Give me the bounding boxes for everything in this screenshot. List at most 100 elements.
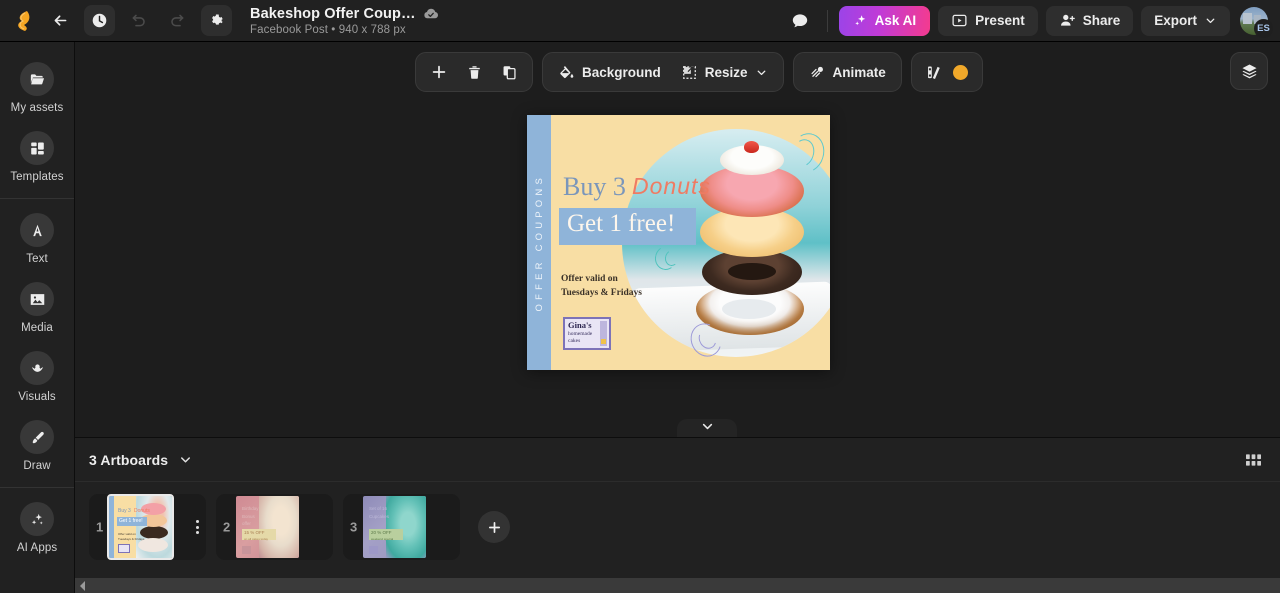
current-color-swatch[interactable] [952,64,968,80]
thumb-subhead-box: Get 1 free! [117,517,147,526]
artboards-panel-header: 3 Artboards [75,438,1280,482]
sidebar-item-ai-apps[interactable]: AI Apps [0,494,74,563]
subhead-text[interactable]: Get 1 free! [567,210,675,238]
design-artboard[interactable]: OFFER COUPONS Buy 3 Donuts Get 1 free! O… [527,115,830,370]
layers-button[interactable] [1230,52,1268,90]
thumb-offer-sub: on all cakes today [244,537,269,541]
sidebar-item-templates[interactable]: Templates [0,123,74,192]
brush-icon [20,420,54,454]
share-person-icon [1059,12,1076,29]
artboard-card-2[interactable]: 2 Birthday Bonus offer 15 % OFF on all c… [216,494,333,560]
artboard-card-1[interactable]: 1 Buy 3 Donuts Get 1 free! Offer valid o… [89,494,206,560]
comments-button[interactable] [785,5,816,36]
templates-grid-icon [20,131,54,165]
sparkles-icon [853,13,868,28]
app-logo[interactable] [11,8,37,34]
thumb-brand-badge [242,546,251,554]
sidebar-divider [0,198,74,199]
artboard-thumbnail[interactable]: Birthday Bonus offer 15 % OFF on all cak… [236,496,299,558]
ask-ai-button[interactable]: Ask AI [838,5,931,36]
animate-icon [809,64,826,81]
thumb-subhead: Get 1 free! [119,518,143,524]
thumb-lines: Set of 16 Cupcakes [369,505,389,520]
grid-view-button[interactable] [1240,447,1266,473]
thumb-lines: Birthday Bonus offer [242,505,259,528]
scroll-left-arrow-icon[interactable] [79,580,87,591]
version-history-button[interactable] [84,5,115,36]
add-artboard-button[interactable] [478,511,510,543]
artboards-panel: 3 Artboards 1 Buy 3 Donuts Get 1 free! O… [75,437,1280,593]
thumb-line-2: Cupcakes [369,513,390,519]
sidebar-label: AI Apps [16,542,58,554]
thumb-line-2: Bonus [242,513,255,519]
cherry-icon [744,141,759,153]
horizontal-scrollbar[interactable] [75,578,1280,593]
artboard-menu-button[interactable] [196,520,199,534]
sidebar-item-visuals[interactable]: Visuals [0,343,74,412]
present-icon [951,12,968,29]
resize-button[interactable]: Resize [672,57,777,88]
thumb-offer: 15 % OFF [244,530,265,535]
headline-buy[interactable]: Buy 3 [563,172,626,202]
delete-button[interactable] [458,57,491,88]
thumb-photo [259,496,299,558]
chevron-down-icon [755,66,768,79]
back-button[interactable] [45,5,76,36]
artboard-number: 1 [96,519,104,535]
animate-label: Animate [832,64,886,80]
sparkles-icon [20,502,54,536]
cloud-check-icon [423,7,439,20]
artboard-number: 3 [350,519,358,535]
export-button[interactable]: Export [1141,5,1230,36]
collapse-panel-button[interactable] [677,419,737,437]
fine-print[interactable]: Offer valid on Tuesdays & Fridays [561,273,642,301]
document-subtitle: Facebook Post • 940 x 788 px [250,23,406,36]
side-strip-text: OFFER COUPONS [533,173,545,312]
duplicate-button[interactable] [493,57,526,88]
settings-button[interactable] [201,5,232,36]
add-element-button[interactable] [422,57,456,88]
thumb-side-strip [109,496,114,558]
brand-logo-badge[interactable]: Gina's homemade cakes [563,317,611,350]
sidebar-item-text[interactable]: Text [0,205,74,274]
left-sidebar: My assets Templates Text Media Visuals D… [0,42,75,593]
undo-button[interactable] [123,5,154,36]
headline-donuts[interactable]: Donuts [632,173,711,200]
color-palette-button[interactable] [918,57,976,88]
object-actions-group [415,52,533,92]
background-button[interactable]: Background [549,57,670,88]
thumb-brand-badge [369,546,378,554]
sidebar-item-my-assets[interactable]: My assets [0,54,74,123]
badge-dot [601,339,606,344]
thumb-offer-box: 15 % OFF on all cakes today [242,529,276,541]
present-button[interactable]: Present [938,5,1038,36]
artboard-card-3[interactable]: 3 Set of 16 Cupcakes 20 % OFF weekend sp… [343,494,460,560]
resize-label: Resize [704,64,748,80]
artboard-thumbnail[interactable]: Buy 3 Donuts Get 1 free! Offer valid on … [107,494,174,560]
animate-button[interactable]: Animate [800,57,895,88]
artboards-collapse-chevron[interactable] [178,452,193,467]
sidebar-label: Visuals [18,391,56,403]
floating-toolbar: Background Resize Animate [415,52,983,92]
thumb-offer-sub: weekend special [371,537,394,541]
share-button[interactable]: Share [1045,5,1134,36]
thumb-headline-2: Donuts [134,508,150,514]
present-label: Present [975,13,1025,28]
document-title[interactable]: Bakeshop Offer Coup… [250,6,416,22]
side-strip: OFFER COUPONS [527,115,551,370]
user-avatar[interactable]: ES [1240,6,1273,38]
redo-button[interactable] [162,5,193,36]
fine-print-line-1: Offer valid on [561,274,618,284]
ask-ai-label: Ask AI [874,13,917,28]
sidebar-item-media[interactable]: Media [0,274,74,343]
image-icon [20,282,54,316]
artboard-thumbnail[interactable]: Set of 16 Cupcakes 20 % OFF weekend spec… [363,496,426,558]
sidebar-item-draw[interactable]: Draw [0,412,74,481]
paint-bucket-icon [558,64,575,81]
artboard-number: 2 [223,519,231,535]
sidebar-label: My assets [10,102,64,114]
text-a-icon [20,213,54,247]
canvas-area: Background Resize Animate OFFER COUPONS … [75,42,1280,437]
sidebar-label: Text [26,253,48,265]
artboards-count-label: 3 Artboards [89,451,169,468]
